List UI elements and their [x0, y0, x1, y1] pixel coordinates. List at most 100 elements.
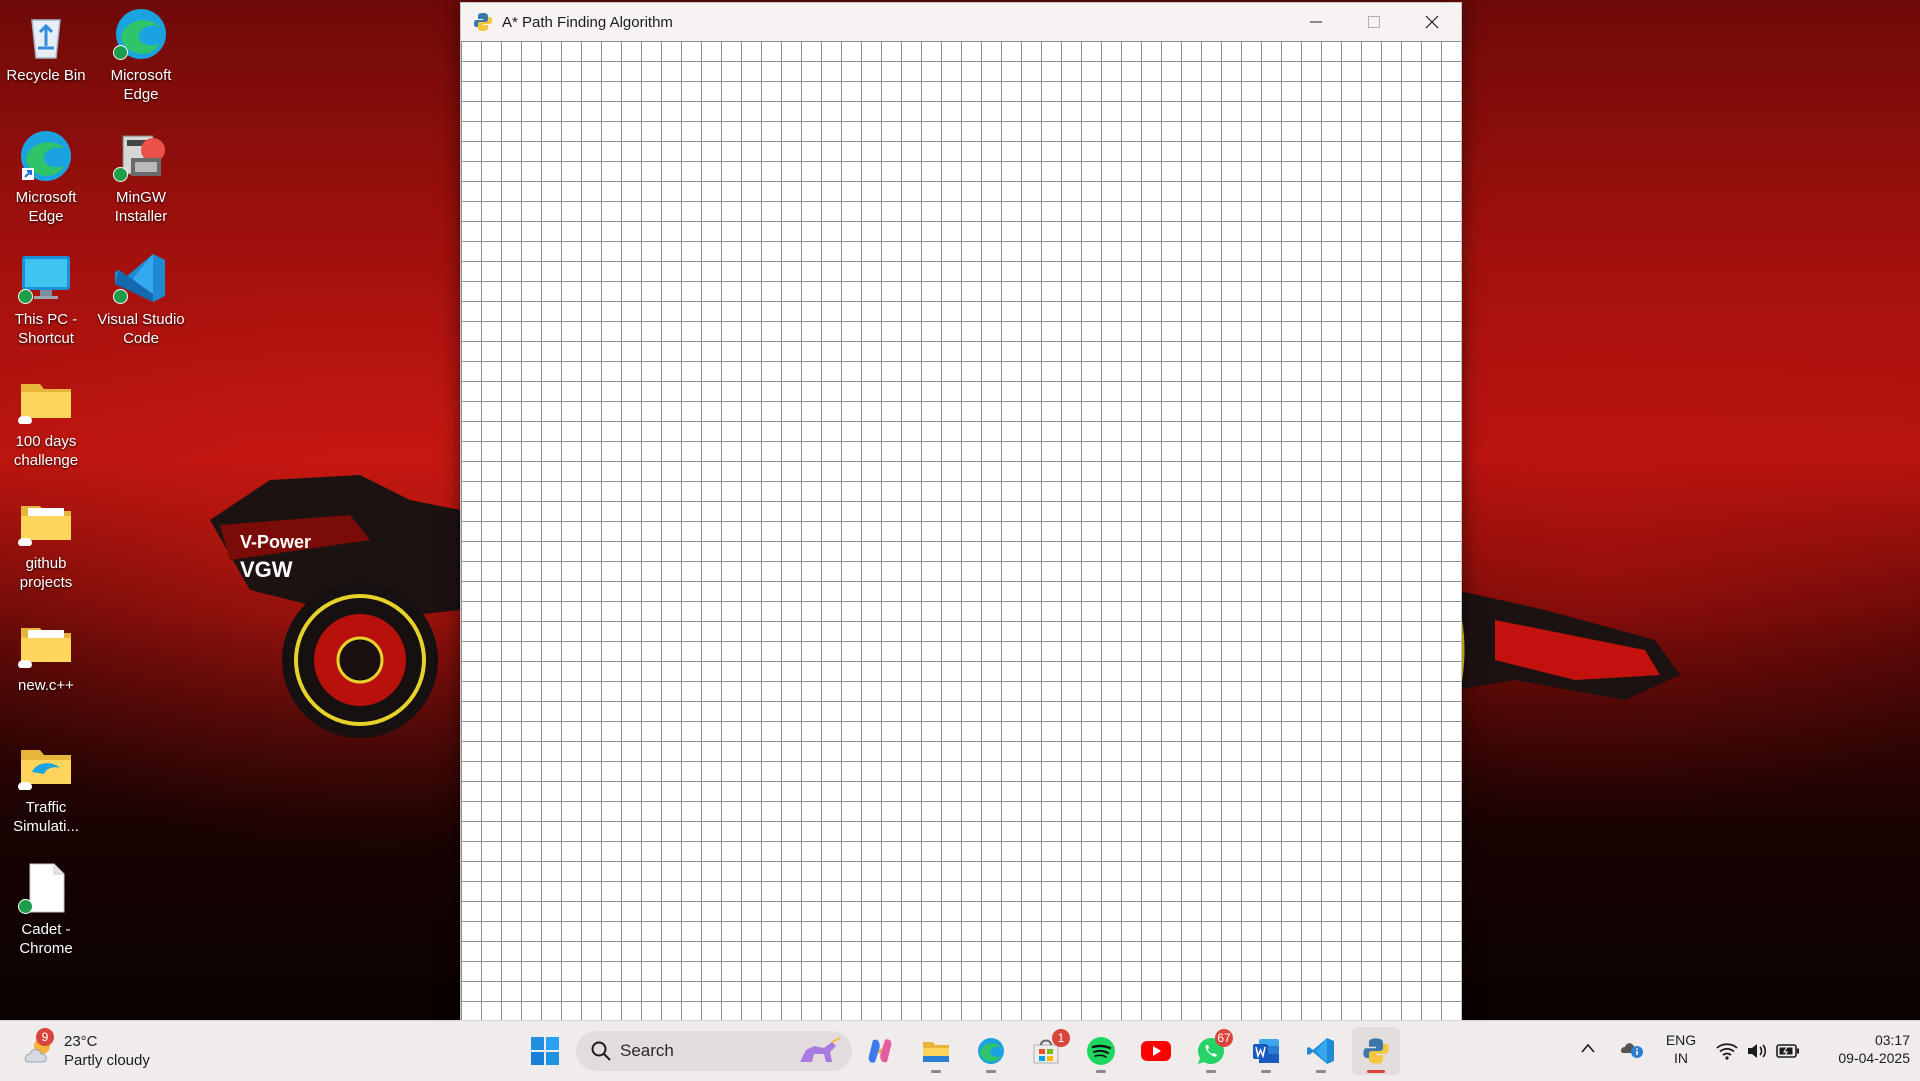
quick-settings-button[interactable]: [1716, 1033, 1800, 1069]
cloud-icon: [18, 782, 32, 790]
vscode-icon: [1307, 1038, 1334, 1064]
desktop-icon-label: Cadet - Chrome: [19, 921, 73, 957]
running-indicator: [1367, 1070, 1385, 1073]
taskbar-app-file-explorer[interactable]: [912, 1027, 960, 1075]
taskbar-app-copilot[interactable]: [856, 1027, 904, 1075]
taskbar-app-vscode[interactable]: [1297, 1027, 1345, 1075]
app-window[interactable]: A* Path Finding Algorithm: [460, 2, 1462, 1022]
minimize-icon: [1310, 21, 1322, 23]
cloud-info-icon: [1620, 1043, 1643, 1058]
minimize-button[interactable]: [1287, 3, 1345, 41]
desktop-icon-label: 100 days challenge: [13, 433, 79, 469]
running-indicator: [1316, 1070, 1326, 1073]
window-titlebar[interactable]: A* Path Finding Algorithm: [461, 3, 1461, 41]
python-icon: [473, 12, 493, 32]
svg-text:VGW: VGW: [240, 557, 293, 582]
window-title: A* Path Finding Algorithm: [502, 13, 673, 31]
synced-badge-icon: [113, 45, 128, 60]
language-region: IN: [1674, 1050, 1688, 1066]
search-placeholder: Search: [620, 1041, 674, 1060]
synced-badge-icon: [113, 167, 128, 182]
volume-icon: [1748, 1044, 1767, 1058]
onedrive-button[interactable]: [1620, 1037, 1644, 1064]
desktop-icon-label: github projects: [19, 555, 73, 591]
mingw-installer-icon: [113, 128, 169, 184]
weather-widget[interactable]: 9 23°C Partly cloudy: [22, 1028, 150, 1071]
copilot-icon: [868, 1039, 892, 1063]
desktop-icon-label: Microsoft Edge: [110, 67, 172, 103]
synced-badge-icon: [113, 289, 128, 304]
clock[interactable]: 03:17 09-04-2025: [1810, 1031, 1910, 1067]
search-icon: [591, 1041, 611, 1061]
wallpaper-car-front: [1455, 590, 1680, 701]
desktop-icon-github-projects[interactable]: github projects: [0, 494, 92, 592]
tray-overflow-button[interactable]: [1580, 1041, 1596, 1059]
weather-condition: Partly cloudy: [64, 1052, 150, 1069]
taskbar-app-spotify[interactable]: [1077, 1027, 1125, 1075]
folder-icon: [923, 1042, 949, 1062]
language-indicator[interactable]: ENG IN: [1660, 1031, 1702, 1067]
folder-icon: [18, 372, 74, 428]
clock-time: 03:17: [1874, 1032, 1910, 1048]
running-indicator: [931, 1070, 941, 1073]
taskbar-app-python[interactable]: [1352, 1027, 1400, 1075]
windows-start-icon: [531, 1037, 559, 1065]
close-icon: [1425, 15, 1439, 29]
running-indicator: [1096, 1070, 1106, 1073]
desktop-icon-traffic-simulation[interactable]: Traffic Simulati...: [0, 738, 92, 836]
desktop-icon-this-pc[interactable]: This PC - Shortcut: [0, 250, 92, 348]
battery-icon: [1776, 1044, 1799, 1058]
cloud-icon: [18, 538, 32, 546]
maximize-icon: [1368, 16, 1380, 28]
synced-badge-icon: [18, 289, 33, 304]
whatsapp-badge: 67: [1215, 1029, 1233, 1047]
weather-badge: 9: [36, 1028, 54, 1046]
running-indicator: [1261, 1070, 1271, 1073]
weather-temperature: 23°C: [64, 1033, 98, 1050]
taskbar-app-edge[interactable]: [967, 1027, 1015, 1075]
pathfinding-grid[interactable]: [461, 41, 1461, 1021]
vscode-icon: [113, 250, 169, 306]
desktop-icon-new-cpp[interactable]: new.c++: [0, 616, 92, 695]
desktop-icon-edge[interactable]: Microsoft Edge: [95, 6, 187, 104]
synced-badge-icon: [18, 899, 33, 914]
cloud-icon: [18, 416, 32, 424]
desktop-icon-cadet-chrome[interactable]: Cadet - Chrome: [0, 860, 92, 958]
taskbar-search[interactable]: Search: [576, 1031, 852, 1071]
desktop-icon-vscode[interactable]: Visual Studio Code: [95, 250, 187, 348]
spotify-icon: [1087, 1037, 1115, 1065]
python-icon: [1363, 1038, 1389, 1064]
desktop-icon-100-days[interactable]: 100 days challenge: [0, 372, 92, 470]
folder-icon: [18, 494, 74, 550]
desktop-icon-edge-shortcut[interactable]: Microsoft Edge: [0, 128, 92, 226]
folder-icon: [18, 616, 74, 672]
recycle-bin-icon: [18, 6, 74, 62]
desktop-icon-label: Visual Studio Code: [97, 311, 185, 347]
desktop-icon-mingw[interactable]: MinGW Installer: [95, 128, 187, 226]
taskbar-app-store[interactable]: 1: [1022, 1027, 1070, 1075]
close-button[interactable]: [1403, 3, 1461, 41]
desktop-icon-label: MinGW Installer: [114, 189, 168, 225]
taskbar-app-word[interactable]: [1242, 1027, 1290, 1075]
desktop-icon-label: new.c++: [18, 677, 74, 694]
desktop-icon-label: This PC - Shortcut: [14, 311, 78, 347]
taskbar: 9 23°C Partly cloudy Search 1 67 ENG IN …: [0, 1020, 1920, 1081]
monitor-icon: [18, 250, 74, 306]
chevron-up-icon: [1581, 1043, 1595, 1053]
desktop-icon-label: Traffic Simulati...: [13, 799, 79, 835]
search-highlight-icon: [800, 1037, 841, 1062]
partly-cloudy-icon: 9: [22, 1028, 56, 1068]
maximize-button[interactable]: [1345, 3, 1403, 41]
running-indicator: [986, 1070, 996, 1073]
language-code: ENG: [1665, 1032, 1697, 1048]
edge-icon: [113, 6, 169, 62]
desktop-icon-label: Microsoft Edge: [15, 189, 77, 225]
edge-icon: [978, 1038, 1004, 1064]
word-icon: [1253, 1039, 1279, 1063]
desktop-icon-label: Recycle Bin: [6, 67, 86, 84]
taskbar-app-whatsapp[interactable]: 67: [1187, 1027, 1235, 1075]
start-button[interactable]: [521, 1027, 569, 1075]
desktop-icon-recycle-bin[interactable]: Recycle Bin: [0, 6, 92, 85]
wallpaper-car-rear: V-Power VGW: [210, 475, 460, 738]
taskbar-app-youtube[interactable]: [1132, 1027, 1180, 1075]
